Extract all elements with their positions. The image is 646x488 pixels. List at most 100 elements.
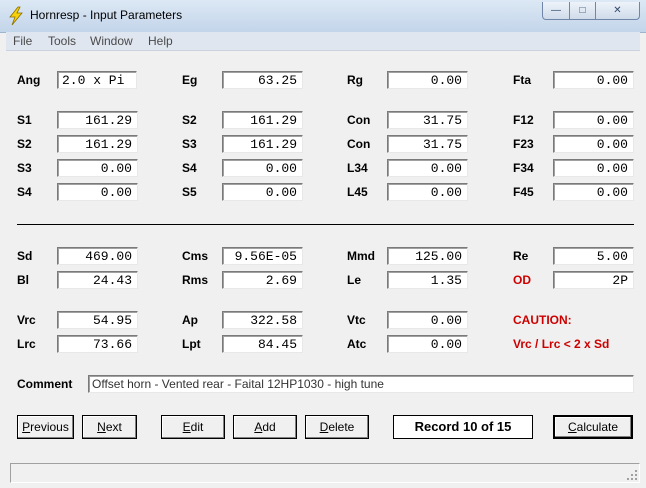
l34-field[interactable]: 0.00 <box>387 159 468 177</box>
s3b-field[interactable]: 0.00 <box>57 159 138 177</box>
re-field[interactable]: 5.00 <box>553 247 634 265</box>
bl-field[interactable]: 24.43 <box>57 271 138 289</box>
add-button[interactable]: Add <box>233 415 297 439</box>
re-label: Re <box>513 249 529 263</box>
comment-label: Comment <box>17 377 73 391</box>
con2-field[interactable]: 31.75 <box>387 135 468 153</box>
s5-label: S5 <box>182 185 197 199</box>
con1-field[interactable]: 31.75 <box>387 111 468 129</box>
le-label: Le <box>347 273 362 287</box>
close-icon: ✕ <box>613 5 622 16</box>
s2-field[interactable]: 161.29 <box>222 111 303 129</box>
previous-button-label: revious <box>30 420 69 434</box>
add-button-label: dd <box>262 420 276 434</box>
lpt-field[interactable]: 84.45 <box>222 335 303 353</box>
f12-field[interactable]: 0.00 <box>553 111 634 129</box>
vtc-field[interactable]: 0.00 <box>387 311 468 329</box>
mmd-label: Mmd <box>347 249 375 263</box>
status-bar <box>10 463 640 483</box>
f45-label: F45 <box>513 185 534 199</box>
menu-file[interactable]: File <box>13 34 32 48</box>
l45-field[interactable]: 0.00 <box>387 183 468 201</box>
le-field[interactable]: 1.35 <box>387 271 468 289</box>
rms-label: Rms <box>182 273 209 287</box>
menu-bar: File Tools Window Help <box>6 32 640 51</box>
od-label: OD <box>513 273 531 287</box>
s5-field[interactable]: 0.00 <box>222 183 303 201</box>
delete-button-hotkey: D <box>319 420 329 434</box>
title-bar[interactable]: Hornresp - Input Parameters — □ ✕ <box>0 0 646 33</box>
ang-field[interactable]: 2.0 x Pi <box>57 71 137 89</box>
cms-label: Cms <box>182 249 209 263</box>
next-button[interactable]: Next <box>82 415 137 439</box>
lpt-label: Lpt <box>182 337 201 351</box>
sd-field[interactable]: 469.00 <box>57 247 138 265</box>
calculate-button-label: alculate <box>576 420 619 434</box>
section-divider <box>17 224 634 225</box>
s4b-label: S4 <box>17 185 32 199</box>
vrc-label: Vrc <box>17 313 36 327</box>
eg-field[interactable]: 63.25 <box>222 71 303 89</box>
lightning-bolt-icon <box>9 6 23 26</box>
edit-button-hotkey: E <box>182 420 191 434</box>
s1-label: S1 <box>17 113 32 127</box>
menu-tools[interactable]: Tools <box>48 34 76 48</box>
f45-field[interactable]: 0.00 <box>553 183 634 201</box>
lrc-label: Lrc <box>17 337 36 351</box>
menu-window[interactable]: Window <box>90 34 133 48</box>
previous-button-hotkey: P <box>22 420 31 434</box>
next-button-label: ext <box>105 420 122 434</box>
edit-button-label: dit <box>190 420 204 434</box>
s3-label: S3 <box>182 137 197 151</box>
minimize-button[interactable]: — <box>542 2 570 20</box>
f34-field[interactable]: 0.00 <box>553 159 634 177</box>
atc-field[interactable]: 0.00 <box>387 335 468 353</box>
rg-field[interactable]: 0.00 <box>387 71 468 89</box>
maximize-icon: □ <box>579 5 586 16</box>
vrc-field[interactable]: 54.95 <box>57 311 138 329</box>
mmd-field[interactable]: 125.00 <box>387 247 468 265</box>
s4-field[interactable]: 0.00 <box>222 159 303 177</box>
calculate-button-hotkey: C <box>567 420 577 434</box>
con1-label: Con <box>347 113 371 127</box>
previous-button[interactable]: Previous <box>17 415 74 439</box>
ap-label: Ap <box>182 313 198 327</box>
s3b-label: S3 <box>17 161 32 175</box>
resize-grip-icon[interactable] <box>626 469 638 481</box>
bl-label: Bl <box>17 273 29 287</box>
s2-label: S2 <box>182 113 197 127</box>
s2b-label: S2 <box>17 137 32 151</box>
delete-button[interactable]: Delete <box>305 415 369 439</box>
s4b-field[interactable]: 0.00 <box>57 183 138 201</box>
od-field[interactable]: 2P <box>553 271 634 289</box>
minimize-icon: — <box>551 5 561 16</box>
close-button[interactable]: ✕ <box>596 2 640 20</box>
s1-field[interactable]: 161.29 <box>57 111 138 129</box>
f23-field[interactable]: 0.00 <box>553 135 634 153</box>
calculate-button[interactable]: Calculate <box>553 415 633 439</box>
sd-label: Sd <box>17 249 33 263</box>
con2-label: Con <box>347 137 371 151</box>
comment-field[interactable]: Offset horn - Vented rear - Faital 12HP1… <box>88 375 634 393</box>
menu-help[interactable]: Help <box>148 34 173 48</box>
fta-label: Fta <box>513 73 531 87</box>
ang-label: Ang <box>17 73 41 87</box>
ap-field[interactable]: 322.58 <box>222 311 303 329</box>
vtc-label: Vtc <box>347 313 366 327</box>
window-controls: — □ ✕ <box>542 2 640 20</box>
window-title: Hornresp - Input Parameters <box>30 8 183 22</box>
rg-label: Rg <box>347 73 363 87</box>
lrc-field[interactable]: 73.66 <box>57 335 138 353</box>
fta-field[interactable]: 0.00 <box>553 71 634 89</box>
f23-label: F23 <box>513 137 534 151</box>
rms-field[interactable]: 2.69 <box>222 271 303 289</box>
maximize-button[interactable]: □ <box>570 2 596 20</box>
eg-label: Eg <box>182 73 198 87</box>
atc-label: Atc <box>347 337 367 351</box>
next-button-hotkey: N <box>97 420 106 434</box>
f34-label: F34 <box>513 161 534 175</box>
cms-field[interactable]: 9.56E-05 <box>222 247 303 265</box>
s3-field[interactable]: 161.29 <box>222 135 303 153</box>
edit-button[interactable]: Edit <box>161 415 225 439</box>
s2b-field[interactable]: 161.29 <box>57 135 138 153</box>
